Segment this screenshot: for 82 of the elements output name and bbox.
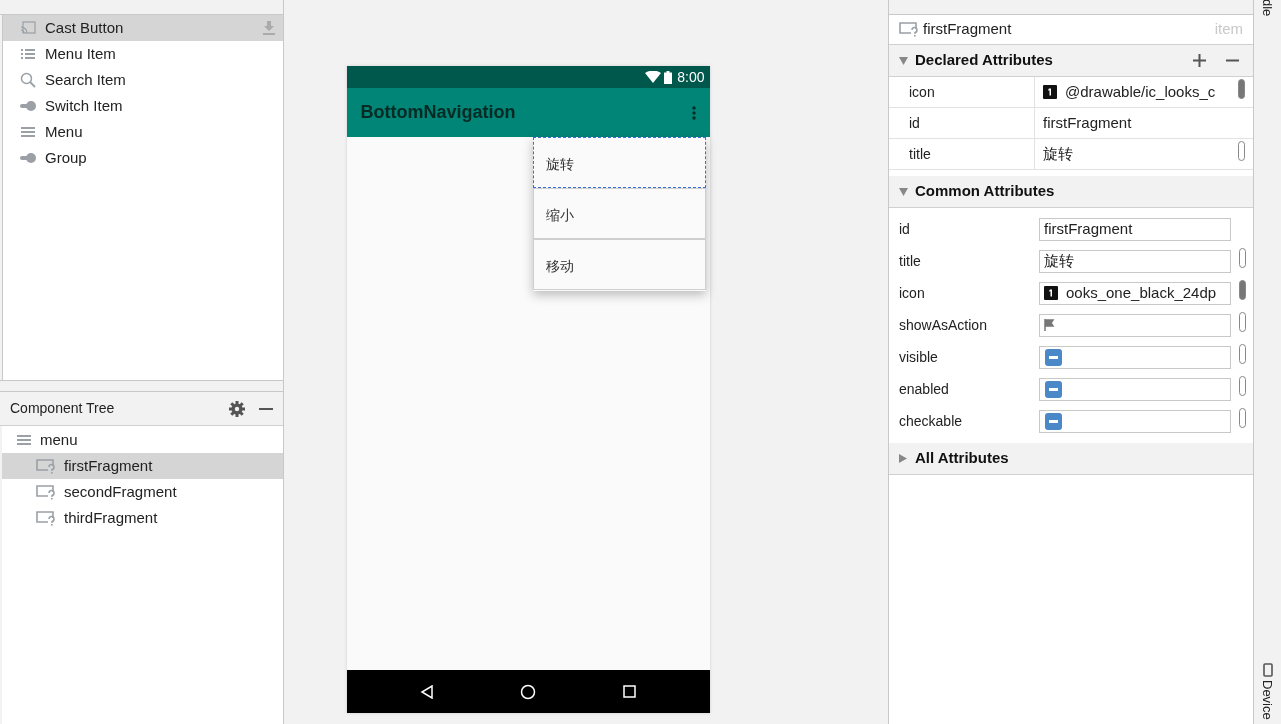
attribute-name: icon — [899, 283, 926, 303]
device-icon — [1262, 663, 1273, 678]
toggle-icon — [19, 100, 37, 112]
palette-item[interactable]: Group — [3, 145, 283, 171]
tree-label: menu — [40, 429, 78, 450]
toggle-icon — [19, 152, 37, 164]
attribute-name: visible — [899, 347, 939, 367]
back-icon[interactable] — [419, 684, 434, 699]
tree-label: secondFragment — [64, 481, 177, 502]
checkbox[interactable] — [1045, 348, 1062, 366]
scroll-indicator-icon — [1239, 343, 1246, 364]
attribute-value[interactable]: @drawable/ic_looks_c — [1065, 80, 1216, 104]
item-icon — [899, 22, 919, 37]
expand-triangle-icon — [899, 454, 907, 463]
attribute-field[interactable]: ooks_one_black_24dp — [1039, 281, 1231, 305]
panel-title: Component Tree — [10, 399, 115, 418]
scroll-indicator-icon — [1239, 375, 1246, 396]
battery-icon — [664, 70, 673, 84]
menu-item[interactable]: 移动 — [532, 239, 706, 290]
settings-icon[interactable] — [229, 400, 245, 417]
attribute-value[interactable]: 旋转 — [1043, 142, 1073, 166]
palette-item[interactable]: Menu Item — [3, 41, 283, 67]
attribute-name: title — [899, 251, 922, 271]
status-time: 8:00 — [677, 67, 705, 87]
palette-item[interactable]: Search Item — [3, 67, 283, 93]
attribute-field[interactable] — [1039, 409, 1231, 433]
tree-item[interactable]: menu — [2, 427, 283, 453]
section-header[interactable]: All Attributes — [889, 443, 1253, 475]
attribute-value[interactable]: firstFragment — [1043, 111, 1132, 135]
attribute-field[interactable] — [1039, 345, 1231, 369]
scroll-indicator-icon — [1239, 279, 1246, 300]
recents-icon[interactable] — [623, 685, 637, 698]
tree-item[interactable]: firstFragment — [2, 453, 283, 479]
tree-label: thirdFragment — [64, 507, 158, 528]
cast-icon — [20, 21, 36, 35]
side-tab[interactable]: Device — [1261, 663, 1274, 724]
tree-item[interactable]: secondFragment — [2, 479, 283, 505]
attribute-name: id — [899, 219, 911, 239]
menu-item[interactable]: 旋转 — [532, 137, 706, 188]
collapse-triangle-icon — [899, 187, 908, 196]
scroll-indicator-icon — [1238, 78, 1245, 99]
item-icon — [36, 510, 56, 526]
more-options-icon[interactable] — [691, 105, 696, 120]
attribute-name: enabled — [899, 379, 950, 399]
checkbox[interactable] — [1045, 412, 1062, 430]
number-one-icon — [1043, 85, 1057, 99]
menu-item[interactable]: 缩小 — [532, 188, 706, 239]
attribute-name: showAsAction — [899, 315, 988, 335]
collapse-triangle-icon — [899, 56, 908, 65]
component-name: firstFragment — [923, 19, 1012, 40]
scroll-indicator-icon — [1239, 247, 1246, 268]
section-header[interactable]: Declared Attributes — [889, 45, 1253, 77]
tree-label: firstFragment — [64, 455, 153, 476]
palette-item[interactable]: Switch Item — [3, 93, 283, 119]
attribute-name: icon — [909, 82, 935, 102]
scroll-indicator-icon — [1238, 140, 1245, 161]
attribute-name: title — [909, 144, 931, 164]
menu-icon — [16, 433, 32, 447]
scroll-indicator-icon — [1239, 407, 1246, 428]
attribute-name: id — [909, 113, 920, 133]
tree-item[interactable]: thirdFragment — [2, 505, 283, 531]
attribute-field[interactable]: firstFragment — [1039, 217, 1231, 241]
scroll-indicator-icon — [1239, 311, 1246, 332]
attribute-name: checkable — [899, 411, 964, 431]
app-bar-title: BottomNavigation — [360, 101, 516, 124]
wifi-icon — [645, 71, 662, 83]
palette-item[interactable]: Cast Button — [3, 15, 283, 41]
home-icon[interactable] — [520, 683, 537, 700]
palette-item[interactable]: Menu — [3, 119, 283, 145]
item-icon — [36, 484, 56, 500]
add-icon[interactable] — [1193, 54, 1206, 67]
attribute-field[interactable]: 旋转 — [1039, 249, 1231, 273]
search-icon — [20, 72, 36, 88]
attribute-field[interactable] — [1039, 313, 1231, 337]
flag-icon — [1044, 319, 1056, 331]
item-icon — [36, 458, 56, 474]
section-header[interactable]: Common Attributes — [889, 176, 1253, 208]
checkbox[interactable] — [1045, 380, 1062, 398]
attribute-field[interactable] — [1039, 377, 1231, 401]
list-icon — [20, 47, 36, 61]
number-one-icon — [1044, 286, 1058, 300]
menu-icon — [20, 125, 36, 139]
